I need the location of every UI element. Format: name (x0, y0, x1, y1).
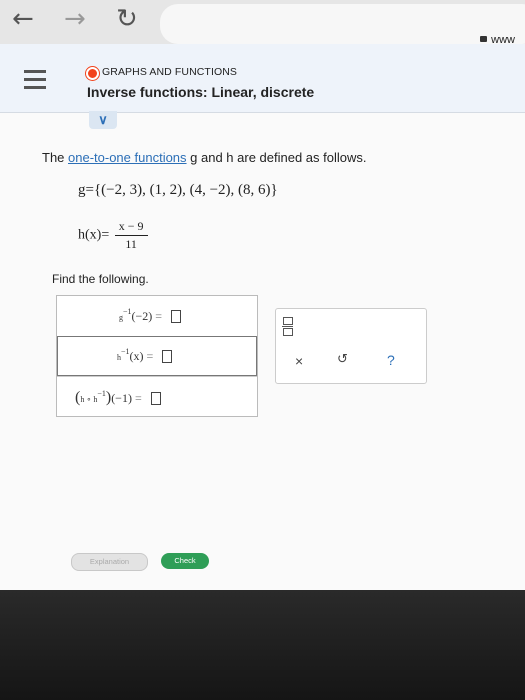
find-label: Find the following. (52, 272, 149, 286)
undo-icon[interactable]: ↺ (337, 352, 348, 367)
row3-arg: (−1) (111, 391, 132, 405)
problem-intro: The one-to-one functions g and h are def… (42, 150, 367, 165)
row3-inner-sup: −1 (97, 389, 106, 398)
h-fraction: x − 9 11 (114, 219, 148, 252)
browser-toolbar: ← → ↻ www (0, 0, 525, 46)
address-bar[interactable] (160, 4, 525, 44)
answer-row-composition[interactable]: (h ∘ h−1)(−1) = (57, 376, 257, 416)
topic-status-dot (86, 67, 99, 80)
forward-arrow-icon[interactable]: → (64, 6, 86, 32)
row3-inner: h ∘ h (80, 395, 98, 404)
h-numerator: x − 9 (114, 219, 148, 236)
h-denominator: 11 (125, 237, 137, 251)
menu-icon[interactable] (24, 70, 46, 94)
h-lhs: h(x)= (78, 227, 110, 243)
topic-label: GRAPHS AND FUNCTIONS (102, 66, 238, 78)
row1-sup: −1 (123, 307, 132, 316)
device-bezel (0, 590, 525, 700)
one-to-one-functions-link[interactable]: one-to-one functions (68, 150, 187, 165)
explanation-button[interactable]: Explanation (71, 553, 148, 571)
answer-input-1[interactable] (171, 309, 182, 323)
row2-equals: = (146, 349, 154, 363)
g-definition: g={(−2, 3), (1, 2), (4, −2), (8, 6)} (78, 182, 278, 198)
lesson-title: Inverse functions: Linear, discrete (87, 84, 315, 100)
clear-icon[interactable]: × (295, 353, 303, 369)
lock-icon (480, 36, 488, 43)
lesson-header: GRAPHS AND FUNCTIONS Inverse functions: … (0, 44, 525, 113)
back-arrow-icon[interactable]: ← (12, 6, 34, 32)
answer-input-3[interactable] (150, 391, 161, 405)
answer-input-2[interactable] (162, 349, 173, 363)
row2-sup: −1 (121, 347, 130, 356)
chevron-down-icon[interactable]: ∨ (89, 111, 117, 129)
row2-arg: (x) (129, 349, 144, 363)
reload-icon[interactable]: ↻ (116, 6, 138, 32)
intro-text-after: g and h are defined as follows. (186, 150, 367, 165)
answer-table: g−1(−2) = h−1(x) = (h ∘ h−1)(−1) = (56, 295, 258, 417)
h-definition: h(x)= x − 9 11 (78, 219, 148, 252)
help-icon[interactable]: ? (387, 352, 395, 368)
row1-equals: = (155, 309, 163, 323)
answer-row-h-inverse[interactable]: h−1(x) = (57, 336, 257, 377)
row3-equals: = (134, 391, 142, 405)
check-button[interactable]: Check (161, 553, 209, 569)
intro-text-before: The (42, 150, 69, 165)
page: GRAPHS AND FUNCTIONS Inverse functions: … (0, 44, 525, 590)
fraction-icon[interactable] (282, 317, 293, 336)
answer-row-g-inverse[interactable]: g−1(−2) = (57, 296, 257, 337)
row1-arg: (−2) (131, 309, 153, 323)
math-toolbar: × ↺ ? (275, 308, 427, 384)
